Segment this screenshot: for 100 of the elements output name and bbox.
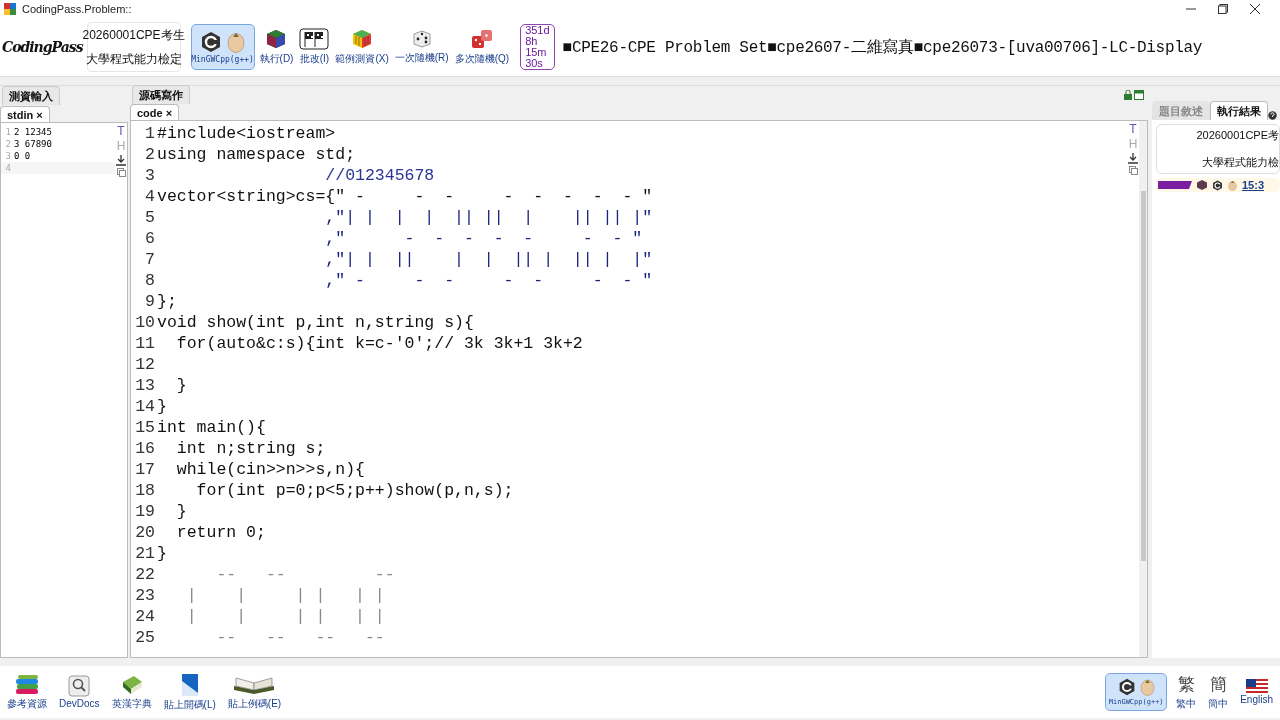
- code-line: #include<iostream>: [157, 123, 337, 144]
- code-line: using namespace std;: [157, 144, 357, 165]
- tool-button[interactable]: 貼上例碼(E): [224, 673, 285, 711]
- line-number: 8: [144, 270, 155, 291]
- close-icon[interactable]: [1250, 4, 1260, 14]
- line-number: 20: [134, 522, 155, 543]
- toolbar-button[interactable]: 執行(D): [258, 28, 295, 66]
- line-number: 10: [134, 312, 155, 333]
- app-logo: CodingPass: [2, 39, 83, 55]
- egg-icon: [1139, 678, 1155, 696]
- compiler-button[interactable]: MinGWCpp(g++): [190, 24, 255, 70]
- toolbar-button[interactable]: 一次隨機(R): [393, 29, 450, 65]
- line-number: 11: [134, 333, 155, 354]
- tab[interactable]: code ×: [130, 104, 180, 120]
- tab[interactable]: 執行結果: [1210, 101, 1268, 120]
- line-number: 2: [4, 139, 12, 149]
- line-number: 23: [134, 585, 155, 606]
- code-line: int n;string s;: [175, 438, 327, 459]
- toolbar-button[interactable]: 範例測資(X): [334, 28, 390, 66]
- line-number: 17: [134, 459, 155, 480]
- tool-button[interactable]: DevDocs: [56, 675, 103, 709]
- input-line: 0 0: [14, 151, 31, 161]
- side-button[interactable]: T: [117, 125, 125, 138]
- code-line: void show(int p,int n,string s){: [157, 312, 475, 333]
- timer-value: 15m: [525, 47, 548, 58]
- side-button[interactable]: T: [1129, 123, 1137, 136]
- line-number: 16: [134, 438, 155, 459]
- code-line: for(auto&c:s){int k=c-'0';// 3k 3k+1 3k+2: [175, 333, 584, 354]
- toolbar-button[interactable]: 多次隨機(Q): [453, 28, 511, 66]
- code-line: int main(){: [157, 417, 267, 438]
- tool-button[interactable]: 貼上開碼(L): [160, 672, 219, 712]
- code-line: vector<string>cs={" - - - - - - - - ": [157, 186, 654, 207]
- panel-tab[interactable]: 源碼寫作: [132, 85, 190, 104]
- maximize-icon[interactable]: [1218, 4, 1228, 14]
- banner-icon: [1158, 180, 1192, 190]
- line-number: 22: [134, 564, 155, 585]
- line-number: 7: [144, 249, 155, 270]
- line-number: 12: [134, 354, 155, 375]
- time-link[interactable]: 15:3: [1242, 179, 1265, 191]
- download-icon[interactable]: [1128, 153, 1138, 164]
- close-icon[interactable]: ×: [165, 107, 173, 119]
- line-number: 19: [134, 501, 155, 522]
- line-number: 15: [134, 417, 155, 438]
- rubik-cube-icon: [351, 28, 374, 50]
- panel-tab[interactable]: 測資輸入: [2, 86, 60, 105]
- window-icon[interactable]: [1134, 89, 1144, 100]
- timer-value: 351d: [525, 25, 550, 36]
- help-icon[interactable]: [1268, 111, 1277, 120]
- line-number: 3: [144, 165, 155, 186]
- line-number: 18: [134, 480, 155, 501]
- code-line: while(cin>>n>>s,n){: [175, 459, 366, 480]
- code-line: return 0;: [175, 522, 267, 543]
- code-line: }: [157, 396, 168, 417]
- die-icon: [411, 29, 432, 49]
- scrollbar-thumb[interactable]: [1140, 191, 1146, 561]
- line-number: 14: [134, 396, 155, 417]
- code-line: }: [175, 501, 188, 522]
- result-text: 大學程式能力檢: [1202, 155, 1279, 170]
- language-button[interactable]: 繁 繁中: [1173, 673, 1200, 711]
- input-line: 2 12345: [14, 127, 52, 137]
- code-line: | | | | | |: [185, 585, 386, 606]
- line-number: 2: [144, 144, 155, 165]
- line-number: 25: [134, 627, 155, 648]
- code-line: }: [157, 543, 168, 564]
- line-number: 13: [134, 375, 155, 396]
- line-number: 21: [134, 543, 155, 564]
- language-button[interactable]: 簡 簡中: [1205, 673, 1232, 711]
- flag-icon: [1245, 679, 1268, 693]
- tool-button[interactable]: 英漢字典: [108, 673, 155, 711]
- c-logo-icon: [1117, 678, 1136, 696]
- tab[interactable]: stdin ×: [0, 106, 50, 122]
- line-number: 5: [144, 207, 155, 228]
- document-icon: [180, 672, 199, 697]
- close-icon[interactable]: ×: [36, 109, 43, 121]
- code-line: ,"| | | | || || | || || |": [324, 207, 654, 228]
- language-button[interactable]: English: [1237, 679, 1276, 705]
- search-icon: [68, 675, 91, 697]
- line-number: 6: [144, 228, 155, 249]
- lock-icon[interactable]: [1124, 89, 1132, 100]
- line-number: 1: [144, 123, 155, 144]
- code-line: -- -- --: [215, 564, 396, 585]
- egg-icon: [227, 30, 246, 53]
- tool-button[interactable]: 參考資源: [4, 673, 50, 711]
- download-icon[interactable]: [116, 155, 126, 166]
- egg-icon: [1228, 179, 1237, 191]
- code-line: ," - - - - - - - ": [324, 228, 644, 249]
- result-text: 20260001CPE考: [1196, 128, 1279, 143]
- problem-title: ■CPE26-CPE Problem Set■cpe2607-二維寫真■cpe26073-[uva00706]-LC-Display: [562, 37, 1203, 58]
- line-number: 3: [4, 151, 12, 161]
- window-title: CodingPass.Problem::: [22, 3, 133, 15]
- code-line: -- -- -- --: [215, 627, 386, 648]
- code-line: | | | | | |: [185, 606, 386, 627]
- code-line: }: [175, 375, 188, 396]
- line-number: 24: [134, 606, 155, 627]
- line-number: 9: [144, 291, 155, 312]
- timer-value: 30s: [525, 58, 544, 69]
- timer-value: 8h: [525, 36, 539, 47]
- books-icon: [13, 673, 41, 696]
- exam-name: 大學程式能力檢定: [85, 50, 182, 68]
- toolbar-button[interactable]: 批改(I): [298, 28, 331, 66]
